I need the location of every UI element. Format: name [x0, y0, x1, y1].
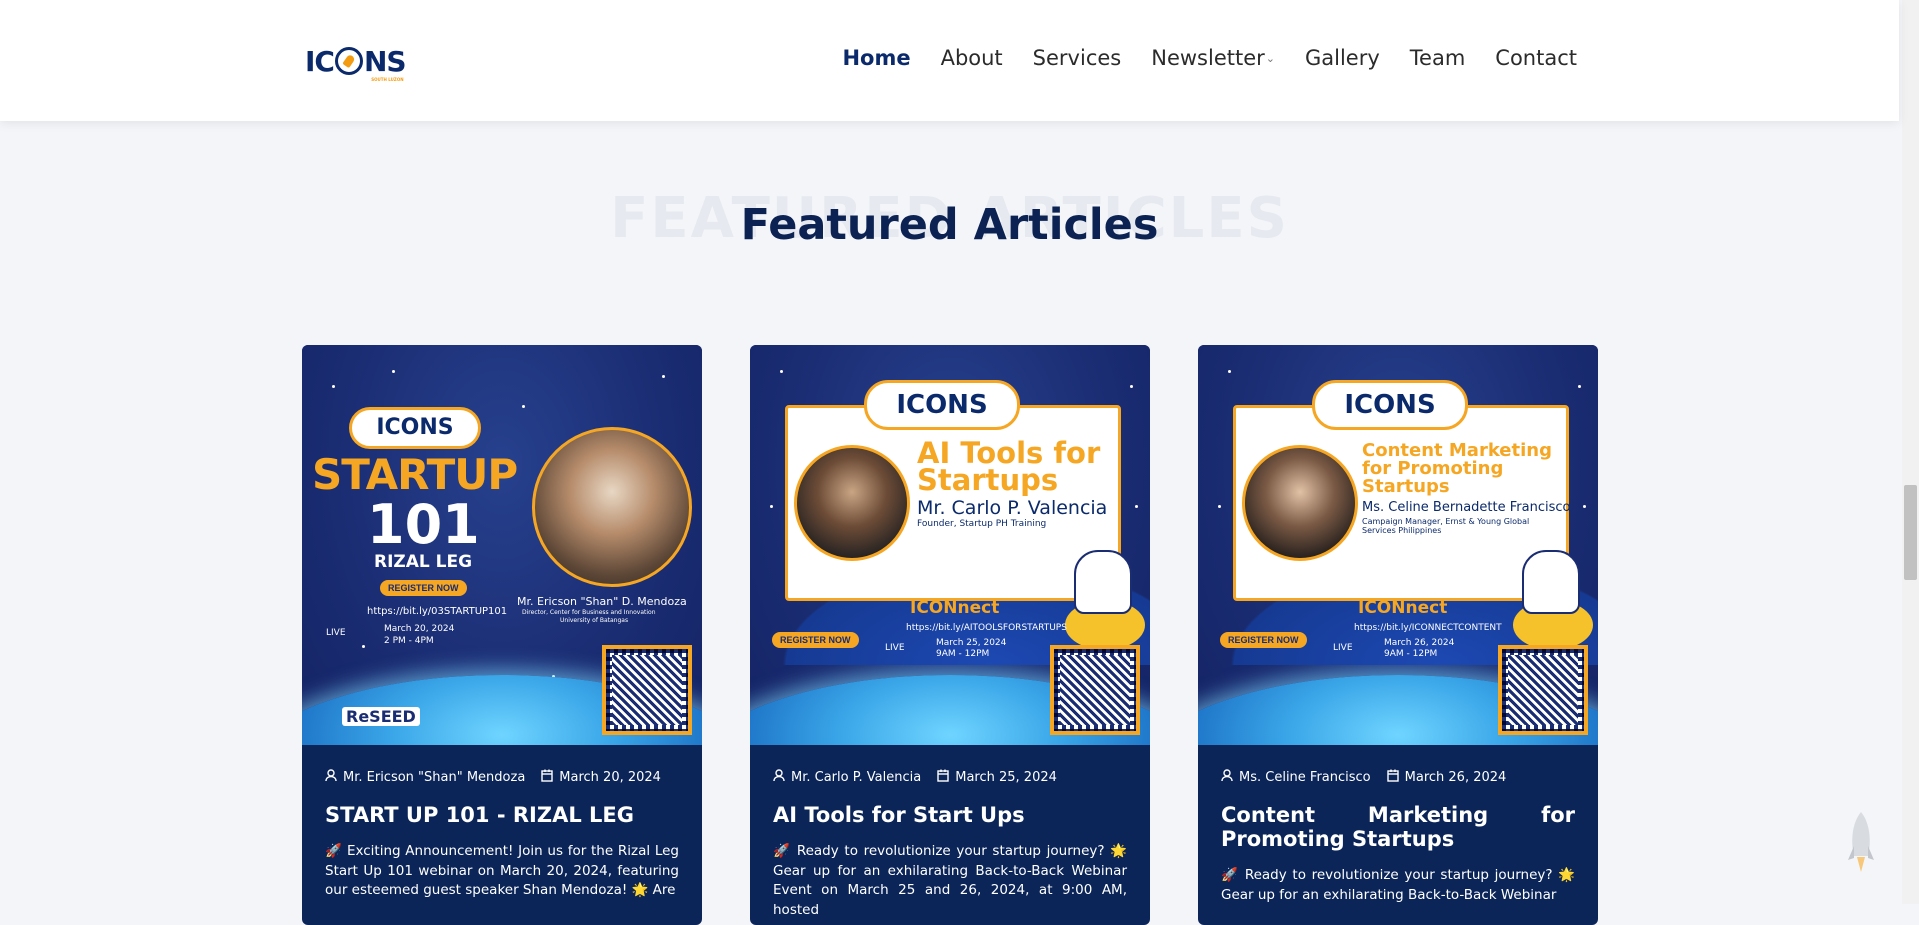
- poster-link: https://bit.ly/ICONNECTCONTENT: [1354, 623, 1502, 633]
- site-logo[interactable]: IC NS SOUTH LUZON: [305, 44, 407, 83]
- article-card[interactable]: ICONS AI Tools for Startups Mr. Carlo P.…: [750, 345, 1150, 925]
- poster-event: ICONnect: [910, 598, 1000, 618]
- poster-register-badge: REGISTER NOW: [380, 580, 467, 596]
- article-poster-image[interactable]: ICONS AI Tools for Startups Mr. Carlo P.…: [750, 345, 1150, 745]
- article-poster-image[interactable]: ICONS Content Marketing for Promoting St…: [1198, 345, 1598, 745]
- logo-text-left: IC: [305, 44, 335, 78]
- poster-headline: STARTUP: [312, 450, 518, 499]
- speaker-photo: [794, 445, 910, 561]
- article-date: March 26, 2024: [1404, 770, 1507, 785]
- poster-live: LIVE: [326, 628, 346, 638]
- poster-time: 9AM - 12PM: [1384, 649, 1438, 659]
- article-meta: Mr. Carlo P. Valencia March 25, 2024: [773, 769, 1127, 786]
- site-header: IC NS SOUTH LUZON Home About Services Ne…: [0, 0, 1899, 121]
- calendar-icon: [1386, 769, 1399, 786]
- poster-time: 9AM - 12PM: [936, 649, 990, 659]
- poster-logo: ICONS: [1312, 380, 1468, 430]
- poster-speaker-role: Founder, Startup PH Training: [917, 519, 1047, 529]
- section-title: Featured Articles: [740, 200, 1159, 250]
- poster-speaker: Mr. Carlo P. Valencia: [917, 497, 1108, 519]
- astronaut-graphic: [1074, 550, 1132, 614]
- chevron-down-icon: ⌄: [1265, 51, 1275, 65]
- poster-speaker: Ms. Celine Bernadette Francisco: [1362, 500, 1571, 515]
- scrollbar-thumb[interactable]: [1904, 485, 1917, 580]
- poster-headline-2: Startups: [917, 463, 1059, 497]
- article-title[interactable]: START UP 101 - RIZAL LEG: [325, 803, 679, 827]
- poster-date: March 26, 2024: [1384, 638, 1455, 648]
- poster-live: LIVE: [1333, 643, 1353, 653]
- article-author: Ms. Celine Francisco: [1239, 770, 1371, 785]
- poster-headline-3: Startups: [1362, 476, 1450, 497]
- nav-contact[interactable]: Contact: [1495, 46, 1577, 70]
- calendar-icon: [541, 769, 553, 786]
- nav-services[interactable]: Services: [1033, 46, 1122, 70]
- article-meta: Ms. Celine Francisco March 26, 2024: [1221, 769, 1575, 786]
- calendar-icon: [937, 769, 949, 786]
- nav-team[interactable]: Team: [1410, 46, 1466, 70]
- rocket-icon[interactable]: [1846, 810, 1876, 874]
- article-excerpt: 🚀 Ready to revolutionize your startup jo…: [1221, 867, 1575, 903]
- poster-register-badge: REGISTER NOW: [772, 632, 859, 648]
- poster-link: https://bit.ly/03STARTUP101: [367, 606, 508, 617]
- article-excerpt: 🚀 Exciting Announcement! Join us for the…: [325, 843, 679, 898]
- poster-date: March 20, 2024: [384, 624, 455, 634]
- logo-subtitle: SOUTH LUZON: [371, 77, 404, 82]
- qr-code: [1050, 645, 1140, 735]
- poster-logo: ICONS: [349, 407, 481, 449]
- logo-text-right: NS: [363, 44, 407, 78]
- article-poster-image[interactable]: ICONS STARTUP 101 RIZAL LEG REGISTER NOW…: [302, 345, 702, 745]
- poster-date: March 25, 2024: [936, 638, 1007, 648]
- nav-about[interactable]: About: [941, 46, 1003, 70]
- article-title[interactable]: AI Tools for Start Ups: [773, 803, 1127, 827]
- article-excerpt: 🚀 Ready to revolutionize your startup jo…: [773, 843, 1127, 918]
- poster-link: https://bit.ly/AITOOLSFORSTARTUPS: [906, 623, 1067, 633]
- astronaut-graphic: [1522, 550, 1580, 614]
- speaker-photo: [532, 427, 692, 587]
- poster-speaker-role: Director, Center for Business and Innova…: [522, 609, 656, 616]
- logo-rocket-icon: [334, 47, 363, 75]
- user-icon: [1221, 769, 1233, 786]
- article-title[interactable]: Content Marketing for Promoting Startups: [1221, 803, 1575, 851]
- article-meta: Mr. Ericson "Shan" Mendoza March 20, 202…: [325, 769, 679, 786]
- poster-subheadline: RIZAL LEG: [374, 552, 473, 572]
- article-date: March 20, 2024: [559, 770, 661, 785]
- nav-home[interactable]: Home: [842, 46, 910, 70]
- poster-speaker: Mr. Ericson "Shan" D. Mendoza: [517, 595, 687, 608]
- article-card[interactable]: ICONS STARTUP 101 RIZAL LEG REGISTER NOW…: [302, 345, 702, 925]
- article-author: Mr. Carlo P. Valencia: [791, 770, 922, 785]
- poster-live: LIVE: [885, 643, 905, 653]
- poster-event: ICONnect: [1358, 598, 1448, 618]
- article-date: March 25, 2024: [955, 770, 1057, 785]
- qr-code: [1498, 645, 1588, 735]
- nav-gallery[interactable]: Gallery: [1305, 46, 1380, 70]
- page-scrollbar[interactable]: [1902, 0, 1919, 904]
- user-icon: [773, 769, 785, 786]
- poster-logo: ICONS: [864, 380, 1020, 430]
- poster-number: 101: [367, 493, 480, 556]
- speaker-photo: [1242, 445, 1358, 561]
- qr-code: [602, 645, 692, 735]
- article-author: Mr. Ericson "Shan" Mendoza: [343, 770, 526, 785]
- poster-time: 2 PM - 4PM: [384, 636, 434, 646]
- partner-logo: ReSEED: [342, 707, 420, 726]
- nav-newsletter[interactable]: Newsletter ⌄: [1151, 46, 1275, 70]
- poster-speaker-role: Campaign Manager, Ernst & Young Global: [1362, 517, 1530, 526]
- poster-register-badge: REGISTER NOW: [1220, 632, 1307, 648]
- main-nav: Home About Services Newsletter ⌄ Gallery …: [812, 46, 1577, 70]
- article-card[interactable]: ICONS Content Marketing for Promoting St…: [1198, 345, 1598, 925]
- poster-speaker-org: University of Batangas: [560, 617, 629, 624]
- user-icon: [325, 769, 337, 786]
- poster-speaker-org: Services Philippines: [1362, 526, 1442, 535]
